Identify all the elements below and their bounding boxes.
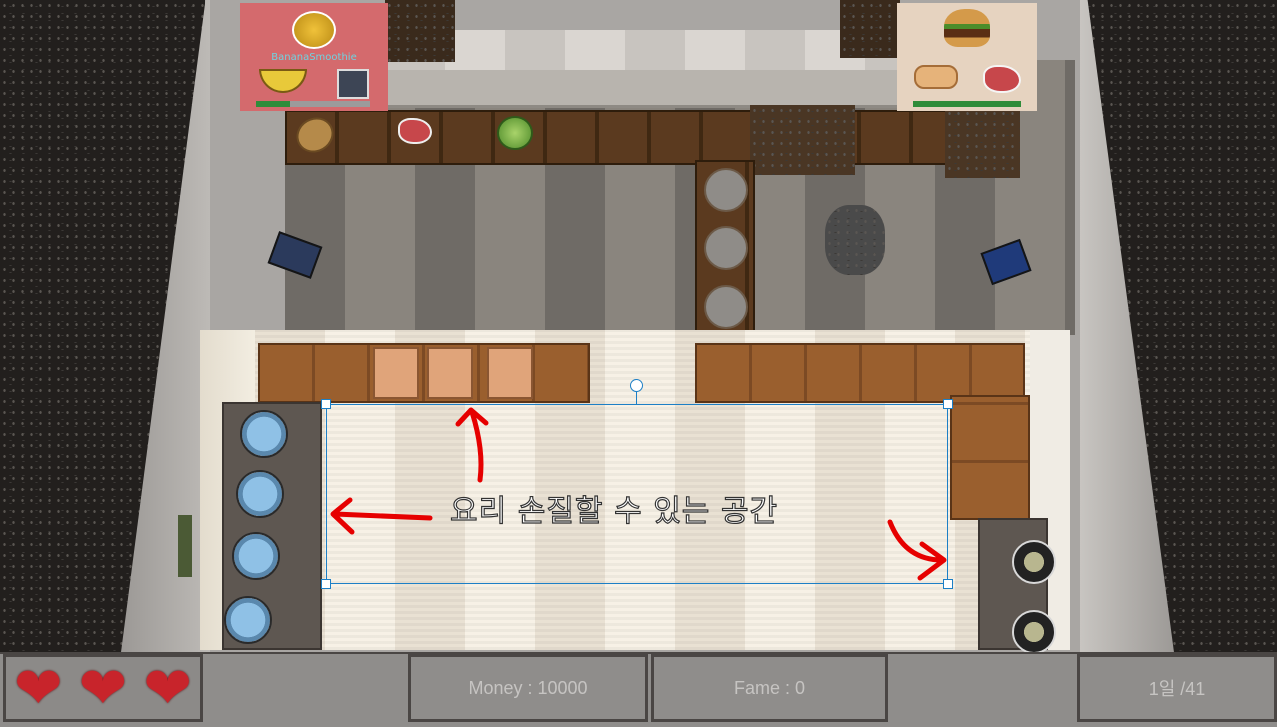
heart-icon: ❤ [14, 654, 63, 722]
arrow-left [330, 497, 433, 535]
arrow-right-down [887, 519, 947, 581]
fame-display: Fame : 0 [651, 654, 888, 722]
game-scene: BananaSmoothie 요리 손질할 수 있는 공간 ❤ ❤ ❤ Mone… [0, 0, 1277, 727]
annotation-arrows [330, 407, 947, 581]
lives-panel: ❤ ❤ ❤ [3, 654, 203, 722]
heart-icon: ❤ [143, 654, 192, 722]
annotation-text: 요리 손질할 수 있는 공간 [449, 493, 779, 529]
day-counter: 1일 /41 [1077, 654, 1277, 722]
money-display: Money : 10000 [408, 654, 648, 722]
arrow-up [455, 407, 489, 483]
heart-icon: ❤ [78, 654, 128, 722]
